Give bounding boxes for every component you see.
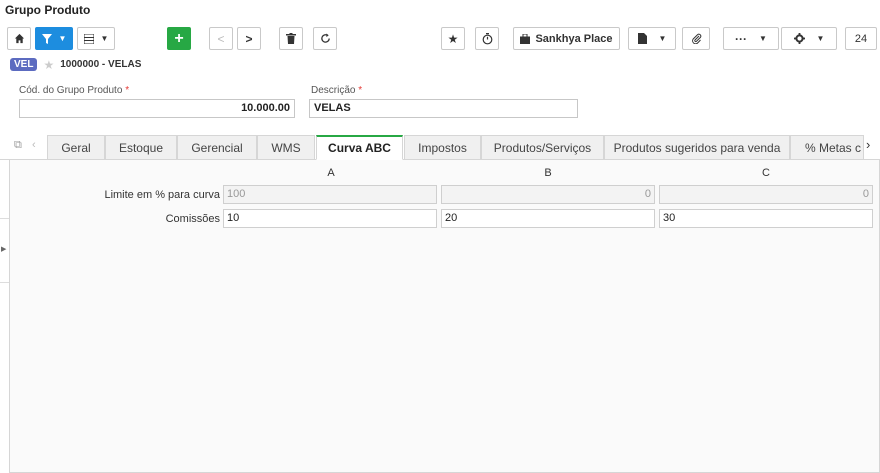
export-button[interactable]: ▼ — [628, 27, 676, 50]
view-grid-button[interactable]: ▼ — [77, 27, 115, 50]
star-icon[interactable]: ★ — [43, 58, 54, 72]
refresh-icon — [320, 33, 330, 43]
header-form: Cód. do Grupo Produto * 10.000.00 Descri… — [10, 78, 880, 128]
next-button[interactable]: > — [237, 27, 261, 50]
filter-button[interactable]: ▼ — [35, 27, 73, 50]
commission-a-input[interactable]: 10 — [223, 209, 437, 228]
tab-metas[interactable]: % Metas c — [790, 135, 864, 160]
chevron-down-icon: ▼ — [658, 34, 667, 43]
add-button[interactable]: + — [167, 27, 191, 50]
chevron-left-icon[interactable]: ‹ — [32, 139, 36, 151]
page-number-field[interactable]: 24 — [845, 27, 877, 50]
chevron-down-icon: ▼ — [816, 34, 825, 43]
home-icon — [14, 33, 24, 44]
curva-abc-panel: A B C Limite em % para curva 100 0 0 Com… — [9, 160, 880, 473]
paperclip-icon — [691, 33, 701, 44]
grid-icon — [83, 33, 94, 44]
chevron-down-icon: ▼ — [58, 34, 67, 43]
tab-wms[interactable]: WMS — [257, 135, 315, 160]
timer-icon — [482, 32, 492, 44]
description-label: Descrição * — [311, 85, 363, 96]
briefcase-icon — [520, 33, 531, 44]
window-title: Grupo Produto — [5, 3, 91, 17]
attach-button[interactable] — [682, 27, 710, 50]
code-label: Cód. do Grupo Produto * — [19, 85, 130, 96]
record-header: VEL ★ 1000000 - VELAS — [10, 57, 141, 72]
tab-bar: ⧉ ‹ Geral Estoque Gerencial WMS Curva AB… — [0, 133, 880, 160]
refresh-button[interactable] — [313, 27, 337, 50]
description-input[interactable]: VELAS — [309, 99, 578, 118]
tab-estoque[interactable]: Estoque — [105, 135, 177, 160]
tab-geral[interactable]: Geral — [47, 135, 105, 160]
more-options-button[interactable]: ··· ▼ — [723, 27, 779, 50]
chevron-down-icon: ▼ — [759, 34, 767, 43]
commission-row-label: Comissões — [165, 213, 220, 225]
record-tag: VEL — [10, 58, 38, 71]
limit-c-input[interactable]: 0 — [659, 185, 873, 204]
toolbar: ▼ ▼ + < > ★ Sankhya Place ▼ ··· ▼ ▼ 24 — [7, 27, 880, 55]
code-input[interactable]: 10.000.00 — [19, 99, 295, 118]
sankhya-place-button[interactable]: Sankhya Place — [513, 27, 620, 50]
tab-impostos[interactable]: Impostos — [404, 135, 481, 160]
document-icon — [637, 33, 647, 44]
expand-panel-icon[interactable]: ▶ — [1, 245, 6, 253]
tab-produtos-sugeridos[interactable]: Produtos sugeridos para venda — [604, 135, 790, 160]
limit-a-input[interactable]: 100 — [223, 185, 437, 204]
trash-icon — [286, 33, 296, 44]
column-header-b: B — [544, 167, 552, 179]
column-header-a: A — [327, 167, 335, 179]
delete-button[interactable] — [279, 27, 303, 50]
chevron-down-icon: ▼ — [100, 34, 109, 43]
sankhya-place-label: Sankhya Place — [535, 32, 613, 45]
previous-button[interactable]: < — [209, 27, 233, 50]
gear-icon — [793, 33, 805, 44]
limit-row-label: Limite em % para curva — [104, 189, 220, 201]
chevron-right-icon[interactable]: › — [866, 137, 870, 152]
copy-icon[interactable]: ⧉ — [14, 139, 22, 152]
favorite-button[interactable]: ★ — [441, 27, 465, 50]
tab-produtos-servicos[interactable]: Produtos/Serviços — [481, 135, 604, 160]
record-label: 1000000 - VELAS — [60, 59, 142, 70]
tab-curva-abc[interactable]: Curva ABC — [316, 135, 403, 160]
tab-gerencial[interactable]: Gerencial — [177, 135, 257, 160]
timer-button[interactable] — [475, 27, 499, 50]
more-icon: ··· — [735, 31, 748, 46]
limit-b-input[interactable]: 0 — [441, 185, 655, 204]
star-icon: ★ — [447, 31, 459, 46]
column-header-c: C — [762, 167, 770, 179]
filter-icon — [41, 33, 52, 44]
commission-b-input[interactable]: 20 — [441, 209, 655, 228]
commission-c-input[interactable]: 30 — [659, 209, 873, 228]
settings-button[interactable]: ▼ — [781, 27, 837, 50]
home-button[interactable] — [7, 27, 31, 50]
